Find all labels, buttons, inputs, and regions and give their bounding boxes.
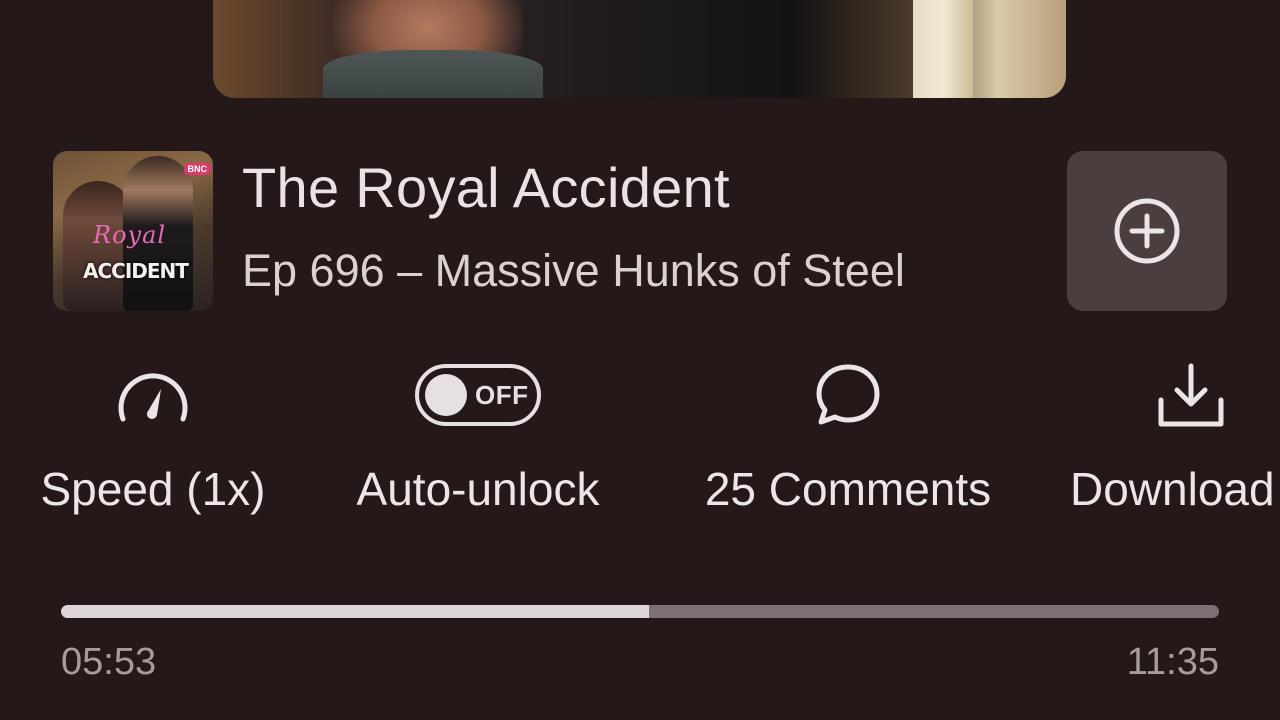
cover-art-clothing <box>323 50 543 98</box>
elapsed-time: 05:53 <box>61 641 157 683</box>
add-to-library-button[interactable] <box>1067 151 1227 311</box>
speed-button[interactable]: Speed (1x) <box>27 355 279 525</box>
toggle-knob <box>425 374 467 416</box>
cover-art-column <box>913 0 973 98</box>
plus-circle-icon <box>1114 198 1180 264</box>
cover-art-image <box>213 0 1066 98</box>
auto-unlock-label: Auto-unlock <box>356 463 600 515</box>
thumbnail-title-block: ACCIDENT <box>83 259 189 283</box>
download-label: Download <box>1070 463 1275 515</box>
thumbnail-badge: BNC <box>183 163 211 175</box>
audio-player-screen: BNC Royal ACCIDENT The Royal Accident Ep… <box>0 0 1280 720</box>
download-button[interactable]: Download <box>1070 355 1280 525</box>
speed-label: Speed (1x) <box>40 463 266 515</box>
playback-progress-bar[interactable] <box>61 605 1219 618</box>
series-thumbnail[interactable]: BNC Royal ACCIDENT <box>53 151 213 311</box>
speech-bubble-icon <box>816 364 880 425</box>
auto-unlock-toggle[interactable]: OFF Auto-unlock <box>330 355 626 525</box>
comments-button[interactable]: 25 Comments <box>678 355 1018 525</box>
thumbnail-title-script: Royal <box>93 221 167 249</box>
comments-label: 25 Comments <box>704 463 992 515</box>
toggle-state: OFF <box>475 380 529 410</box>
speedometer-icon <box>118 373 188 422</box>
toggle-icon: OFF <box>415 364 541 426</box>
playback-progress-fill <box>61 605 650 618</box>
download-icon <box>1158 363 1224 427</box>
series-title[interactable]: The Royal Accident <box>242 155 730 220</box>
episode-title: Ep 696 – Massive Hunks of Steel <box>242 245 905 296</box>
total-time: 11:35 <box>1126 641 1219 683</box>
